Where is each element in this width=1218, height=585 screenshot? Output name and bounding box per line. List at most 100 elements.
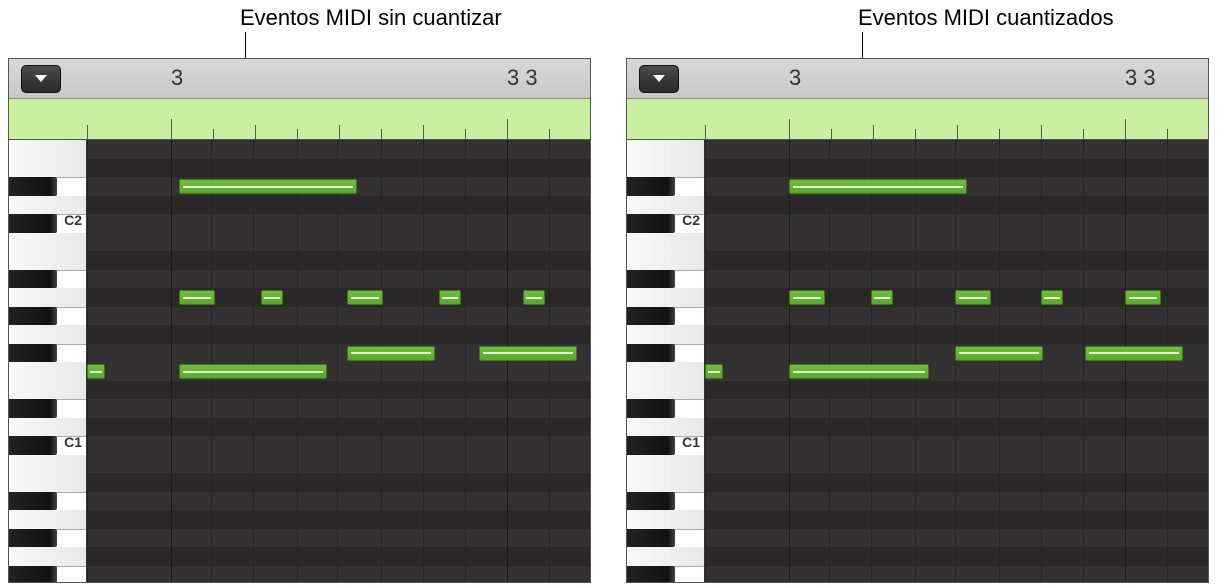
midi-note[interactable]	[261, 290, 283, 305]
grid-vertical-line	[253, 140, 254, 583]
piano-white-key[interactable]	[627, 325, 704, 345]
midi-note[interactable]	[347, 346, 435, 361]
view-dropdown-button[interactable]	[21, 65, 61, 93]
grid-vertical-line	[337, 140, 338, 583]
piano-white-key[interactable]	[9, 381, 86, 401]
piano-black-key[interactable]	[627, 566, 675, 584]
chevron-down-icon	[35, 75, 47, 82]
midi-note[interactable]	[347, 290, 383, 305]
grid-row	[87, 325, 590, 344]
piano-white-key[interactable]	[9, 455, 86, 475]
piano-white-key[interactable]	[627, 362, 704, 382]
midi-note[interactable]	[1041, 290, 1063, 305]
piano-black-key[interactable]	[9, 436, 57, 455]
piano-black-key[interactable]	[627, 492, 675, 511]
piano-white-key[interactable]	[9, 140, 86, 160]
midi-note[interactable]	[523, 290, 545, 305]
piano-black-key[interactable]	[627, 436, 675, 455]
midi-note[interactable]	[179, 179, 357, 194]
piano-black-key[interactable]	[627, 399, 675, 418]
grid-vertical-line	[381, 140, 382, 583]
grid-row	[87, 566, 590, 584]
midi-note[interactable]	[87, 364, 105, 379]
midi-note[interactable]	[179, 364, 327, 379]
grid-row	[87, 362, 590, 381]
piano-white-key[interactable]	[9, 251, 86, 271]
midi-note[interactable]	[871, 290, 893, 305]
grid-row	[87, 455, 590, 474]
piano-black-key[interactable]	[9, 399, 57, 418]
piano-black-key[interactable]	[9, 307, 57, 326]
midi-note[interactable]	[439, 290, 461, 305]
piano-black-key[interactable]	[9, 492, 57, 511]
midi-note[interactable]	[789, 179, 967, 194]
piano-black-key[interactable]	[627, 307, 675, 326]
midi-note[interactable]	[789, 290, 825, 305]
piano-black-key[interactable]	[9, 214, 57, 233]
piano-white-key[interactable]	[627, 251, 704, 271]
piano-white-key[interactable]	[9, 233, 86, 253]
view-dropdown-button[interactable]	[639, 65, 679, 93]
midi-note[interactable]	[1125, 290, 1161, 305]
note-grid[interactable]	[705, 140, 1208, 583]
piano-black-key[interactable]	[9, 529, 57, 548]
piano-white-key[interactable]	[627, 381, 704, 401]
grid-row	[705, 492, 1208, 511]
ruler-beat-number: 3 3	[1125, 65, 1156, 91]
note-grid[interactable]	[87, 140, 590, 583]
piano-keyboard[interactable]: C2C1C0	[9, 140, 87, 583]
piano-white-key[interactable]	[627, 140, 704, 160]
midi-note[interactable]	[955, 290, 991, 305]
midi-note[interactable]	[179, 290, 215, 305]
grid-vertical-line	[1083, 140, 1084, 583]
chevron-down-icon	[653, 75, 665, 82]
midi-note[interactable]	[955, 346, 1043, 361]
piano-white-key[interactable]	[627, 473, 704, 493]
piano-black-key[interactable]	[9, 270, 57, 289]
grid-vertical-line	[549, 140, 550, 583]
midi-note[interactable]	[1085, 346, 1183, 361]
piano-black-key[interactable]	[9, 344, 57, 363]
grid-row	[87, 436, 590, 455]
grid-row	[705, 307, 1208, 326]
piano-white-key[interactable]	[627, 288, 704, 308]
grid-row	[705, 566, 1208, 584]
piano-white-key[interactable]	[9, 510, 86, 530]
piano-roll-area: C2C1C0	[627, 140, 1208, 583]
piano-roll-editor-quantized: 3 3 3 C2C1C0	[626, 58, 1209, 583]
piano-white-key[interactable]	[9, 547, 86, 567]
grid-vertical-line	[829, 140, 830, 583]
midi-note[interactable]	[705, 364, 723, 379]
midi-note[interactable]	[789, 364, 929, 379]
grid-row	[705, 214, 1208, 233]
piano-black-key[interactable]	[627, 270, 675, 289]
grid-row	[705, 381, 1208, 400]
piano-black-key[interactable]	[627, 177, 675, 196]
piano-white-key[interactable]	[627, 455, 704, 475]
grid-row	[705, 473, 1208, 492]
grid-row	[705, 418, 1208, 437]
grid-vertical-line	[1167, 140, 1168, 583]
ruler-region-header[interactable]	[9, 99, 590, 140]
piano-white-key[interactable]	[9, 288, 86, 308]
piano-black-key[interactable]	[9, 566, 57, 584]
piano-white-key[interactable]	[9, 362, 86, 382]
piano-white-key[interactable]	[627, 547, 704, 567]
piano-black-key[interactable]	[627, 214, 675, 233]
piano-black-key[interactable]	[627, 529, 675, 548]
piano-white-key[interactable]	[627, 233, 704, 253]
grid-row	[87, 473, 590, 492]
piano-white-key[interactable]	[627, 159, 704, 179]
piano-keyboard[interactable]: C2C1C0	[627, 140, 705, 583]
piano-white-key[interactable]	[9, 159, 86, 179]
piano-black-key[interactable]	[9, 177, 57, 196]
piano-white-key[interactable]	[9, 473, 86, 493]
midi-note[interactable]	[479, 346, 577, 361]
ruler-top: 3 3 3	[627, 59, 1208, 99]
piano-white-key[interactable]	[9, 325, 86, 345]
grid-vertical-line	[423, 140, 424, 583]
ruler-region-header[interactable]	[627, 99, 1208, 140]
piano-black-key[interactable]	[627, 344, 675, 363]
grid-row	[705, 140, 1208, 159]
piano-white-key[interactable]	[627, 510, 704, 530]
